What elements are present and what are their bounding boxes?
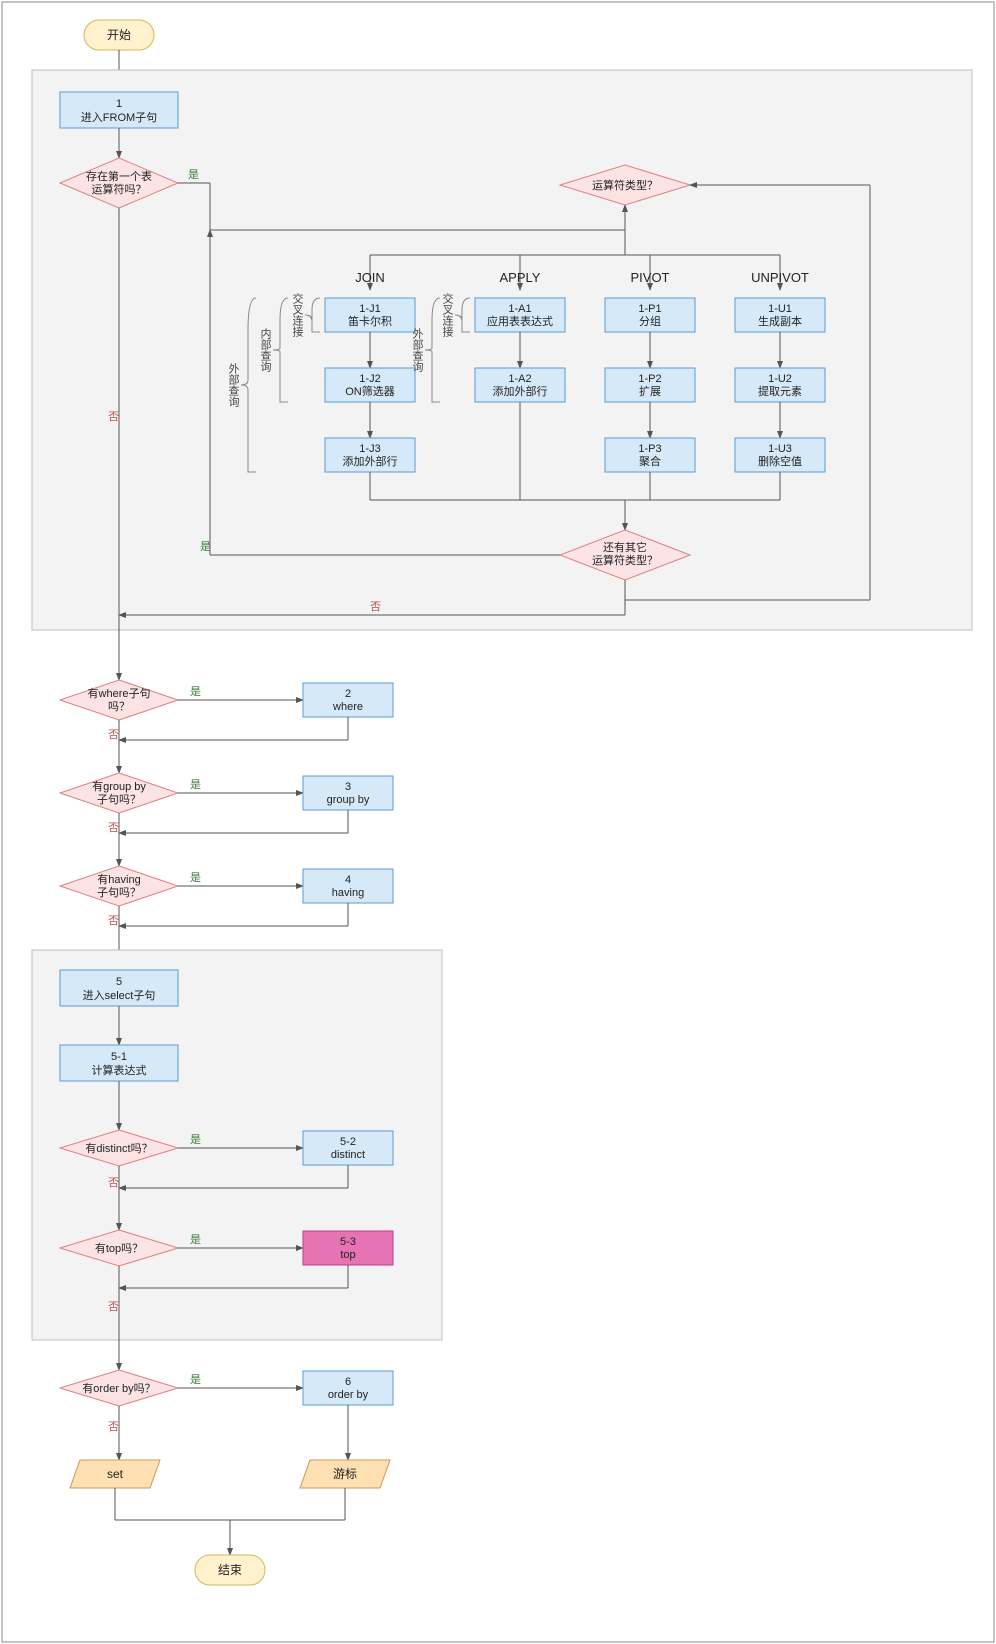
flowchart: 开始 1 进入FROM子句 存在第一个表 运算符吗？ 是 否 运算符类型？ JO…: [0, 0, 996, 1644]
step53-text: top: [340, 1249, 355, 1261]
brace-outer-apply-label: 外部查询: [411, 328, 424, 373]
j2-text: ON筛选器: [345, 384, 395, 398]
head-apply: APPLY: [500, 270, 541, 285]
dec-where-l2: 吗？: [108, 700, 130, 713]
dec-having-l1: 有having: [97, 872, 140, 886]
step3-num: 3: [345, 781, 351, 793]
j1-text: 笛卡尔积: [348, 314, 392, 328]
j3-text: 添加外部行: [343, 454, 398, 468]
dec-distinct-text: 有distinct吗？: [85, 1141, 152, 1155]
label-having-no: 否: [108, 915, 119, 927]
dec-first-l2: 运算符吗？: [92, 182, 147, 196]
j2-num: 1-J2: [359, 373, 380, 385]
dec-groupby-l2: 子句吗？: [97, 793, 141, 806]
u1-text: 生成副本: [758, 314, 802, 328]
group-from: [32, 70, 972, 630]
label-where-no: 否: [108, 729, 119, 741]
p1-num: 1-P1: [638, 303, 661, 315]
a2-num: 1-A2: [508, 373, 531, 385]
label-decfirst-yes: 是: [188, 168, 199, 181]
step51-num: 5-1: [111, 1051, 127, 1063]
p1-text: 分组: [639, 314, 661, 328]
p2-num: 1-P2: [638, 373, 661, 385]
a2-text: 添加外部行: [493, 384, 548, 398]
head-pivot: PIVOT: [630, 270, 669, 285]
dec-groupby: [60, 773, 178, 813]
step53-num: 5-3: [340, 1236, 356, 1248]
dec-having: [60, 866, 178, 906]
u2-num: 1-U2: [768, 373, 792, 385]
u2-text: 提取元素: [758, 385, 802, 398]
label-having-yes: 是: [190, 871, 201, 884]
label-distinct-no: 否: [108, 1177, 119, 1189]
step5-num: 5: [116, 976, 122, 988]
step1-num: 1: [116, 98, 122, 110]
dec-type-text: 运算符类型？: [592, 178, 658, 192]
dec-orderby-text: 有order by吗？: [82, 1381, 155, 1395]
dec-where: [60, 680, 178, 720]
para-set-text: set: [107, 1467, 124, 1481]
dec-groupby-l1: 有group by: [92, 779, 146, 793]
p3-num: 1-P3: [638, 443, 661, 455]
brace-cross-apply-label: 交叉连接: [441, 292, 454, 338]
u1-num: 1-U1: [768, 303, 792, 315]
p3-text: 聚合: [639, 454, 661, 468]
head-unpivot: UNPIVOT: [751, 270, 809, 285]
p2-text: 扩展: [639, 384, 661, 398]
label-top-no: 否: [108, 1301, 119, 1313]
brace-outer-join-label: 外部查询: [227, 363, 240, 408]
step52-text: distinct: [331, 1149, 365, 1161]
dec-top-text: 有top吗？: [95, 1241, 143, 1255]
label-distinct-yes: 是: [190, 1133, 201, 1146]
step2-num: 2: [345, 688, 351, 700]
label-more-yes: 是: [200, 540, 211, 553]
label-orderby-yes: 是: [190, 1373, 201, 1386]
label-top-yes: 是: [190, 1233, 201, 1246]
label-where-yes: 是: [190, 685, 201, 698]
brace-inner-join-label: 内部查询: [259, 327, 272, 373]
label-groupby-no: 否: [108, 822, 119, 834]
label-orderby-no: 否: [108, 1421, 119, 1433]
label-groupby-yes: 是: [190, 778, 201, 791]
u3-num: 1-U3: [768, 443, 792, 455]
step5-text: 进入select子句: [83, 989, 156, 1002]
para-cursor-text: 游标: [333, 1467, 357, 1481]
start-label: 开始: [107, 28, 131, 42]
a1-num: 1-A1: [508, 303, 531, 315]
dec-having-l2: 子句吗？: [97, 886, 141, 899]
dec-more-l1: 还有其它: [603, 540, 647, 554]
j1-num: 1-J1: [359, 303, 380, 315]
step2-text: where: [332, 701, 363, 713]
label-decfirst-no: 否: [108, 411, 119, 423]
step6-num: 6: [345, 1376, 351, 1388]
dec-more-l2: 运算符类型？: [592, 553, 658, 567]
step4-num: 4: [345, 874, 351, 886]
label-more-no: 否: [370, 601, 381, 613]
step6-text: order by: [328, 1389, 369, 1401]
a1-text: 应用表表达式: [487, 314, 553, 328]
end-label: 结束: [218, 1563, 242, 1577]
step51-text: 计算表达式: [92, 1063, 147, 1077]
step1-text: 进入FROM子句: [81, 111, 157, 124]
u3-text: 删除空值: [758, 454, 802, 468]
step4-text: having: [332, 887, 364, 899]
dec-where-l1: 有where子句: [88, 686, 151, 700]
head-join: JOIN: [355, 270, 385, 285]
step3-text: group by: [327, 794, 370, 806]
brace-cross-join-label: 交叉连接: [291, 292, 304, 338]
j3-num: 1-J3: [359, 443, 380, 455]
step52-num: 5-2: [340, 1136, 356, 1148]
dec-first-l1: 存在第一个表: [86, 169, 152, 183]
